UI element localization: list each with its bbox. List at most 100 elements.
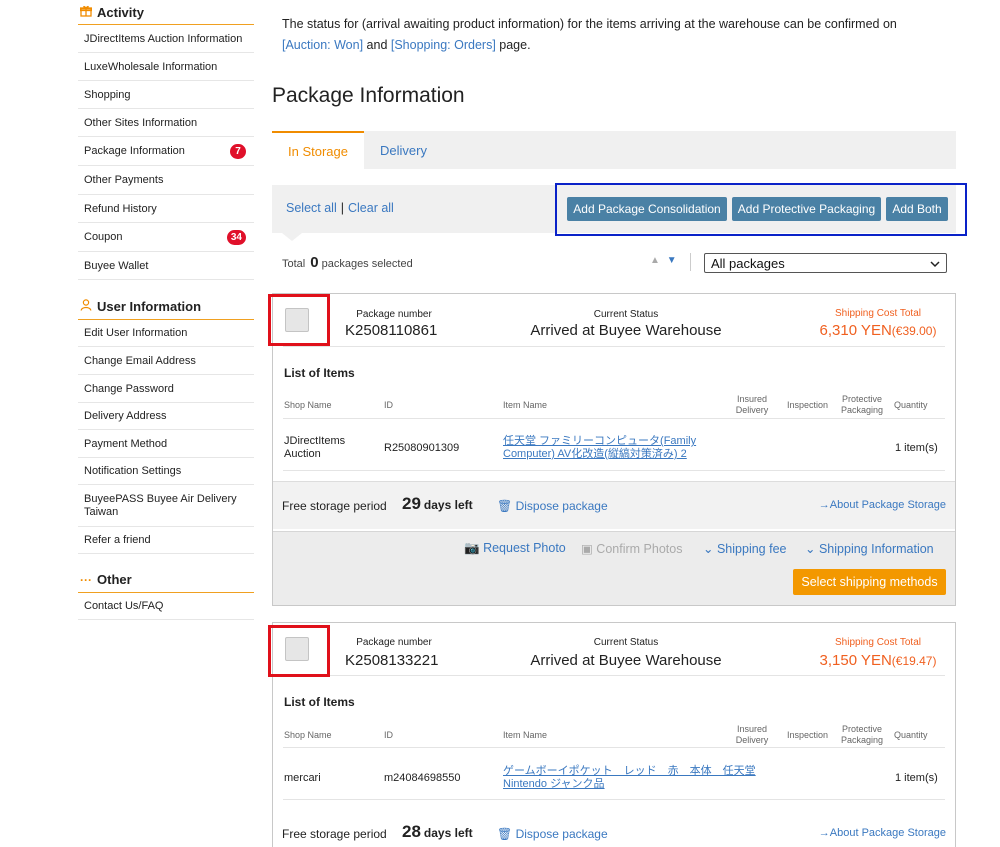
storage-bar: Free storage period 28 days left 🗑 Dispos… xyxy=(273,810,955,847)
sidebar-item-luxewholesale[interactable]: LuxeWholesale Information xyxy=(78,53,254,81)
sidebar-item-other-sites[interactable]: Other Sites Information xyxy=(78,109,254,137)
item-quantity: 1 item(s) xyxy=(895,772,938,784)
divider xyxy=(283,747,945,748)
shipping-cost-eur: (€19.47) xyxy=(891,654,937,668)
sidebar-item-label: Refer a friend xyxy=(84,534,151,546)
col-insured-line2: Delivery xyxy=(735,405,769,415)
dispose-label: Dispose package xyxy=(515,827,608,841)
chevron-down-icon: ⌄ xyxy=(703,542,714,556)
shopping-orders-link[interactable]: [Shopping: Orders] xyxy=(391,38,496,52)
col-item-name: Item Name xyxy=(503,400,548,410)
sidebar-item-refer-friend[interactable]: Refer a friend xyxy=(78,527,254,554)
col-insured-delivery: Insured Delivery xyxy=(734,724,770,746)
col-id: ID xyxy=(384,730,393,740)
confirm-photos-label: Confirm Photos xyxy=(596,542,683,556)
dispose-package-link[interactable]: 🗑 Dispose package xyxy=(497,499,608,513)
item-name-link[interactable]: 任天堂 ファミリーコンピュータ(Family Computer) AV化改造(縦縞… xyxy=(503,435,696,461)
toolbar-pointer xyxy=(282,233,302,241)
sidebar-item-contact-faq[interactable]: Contact Us/FAQ xyxy=(78,593,254,620)
about-package-storage-link[interactable]: →About Package Storage xyxy=(819,499,946,511)
sidebar-item-edit-user[interactable]: Edit User Information xyxy=(78,320,254,347)
highlight-box xyxy=(268,294,330,346)
sidebar-item-label: Delivery Address xyxy=(84,410,167,422)
sidebar-item-change-email[interactable]: Change Email Address xyxy=(78,347,254,375)
package-number: K2508133221 xyxy=(345,652,439,669)
sidebar-item-label: Shopping xyxy=(84,88,131,101)
trash-icon: 🗑 xyxy=(497,499,513,513)
user-icon xyxy=(80,299,92,314)
total-label: Total xyxy=(282,258,306,270)
sidebar-item-label: Payment Method xyxy=(84,437,168,450)
col-protective-packaging: Protective Packaging xyxy=(840,724,884,746)
shipping-information-toggle[interactable]: ⌄ Shipping Information xyxy=(805,541,934,556)
user-information-heading: User Information xyxy=(78,294,254,320)
activity-title: Activity xyxy=(97,4,144,20)
chevron-down-icon xyxy=(930,256,940,271)
about-package-storage-link[interactable]: →About Package Storage xyxy=(819,827,946,839)
item-name-link[interactable]: ゲームボーイポケット レッド 赤 本体 任天堂 Nintendo ジャンク品 xyxy=(503,765,756,791)
col-inspection: Inspection xyxy=(787,400,829,410)
shop-name: JDirectItems Auction xyxy=(284,435,345,461)
ellipsis-icon: ··· xyxy=(80,572,92,587)
sidebar-item-change-password[interactable]: Change Password xyxy=(78,375,254,403)
shipping-cost-label: Shipping Cost Total xyxy=(835,308,921,319)
sidebar-item-buyee-wallet[interactable]: Buyee Wallet xyxy=(78,252,254,280)
dispose-package-link[interactable]: 🗑 Dispose package xyxy=(497,827,608,841)
divider xyxy=(283,675,945,676)
select-all-link[interactable]: Select all xyxy=(286,201,337,215)
package-filter-select[interactable]: All packages xyxy=(704,253,947,273)
separator: | xyxy=(340,201,344,215)
sidebar-item-delivery-address[interactable]: Delivery Address xyxy=(78,403,254,430)
free-storage-label: Free storage period xyxy=(282,827,387,841)
sidebar-item-label: Change Email Address xyxy=(84,354,196,367)
divider xyxy=(690,253,691,271)
sidebar-item-package-information[interactable]: Package Information 7 xyxy=(78,137,254,166)
shop-name: mercari xyxy=(284,772,321,784)
shipping-information-label: Shipping Information xyxy=(818,542,934,556)
request-photo-link[interactable]: 📷 Request Photo xyxy=(464,541,566,556)
col-insured-line2: Delivery xyxy=(735,735,769,745)
tab-bar: In Storage Delivery xyxy=(272,131,956,169)
select-shipping-methods-button[interactable]: Select shipping methods xyxy=(793,569,946,595)
days-left-label: days left xyxy=(423,498,473,512)
shipping-cost-label: Shipping Cost Total xyxy=(835,637,921,648)
notification-badge: 34 xyxy=(226,229,246,245)
days-left-label: days left xyxy=(423,826,473,840)
sidebar-item-label: Buyee Wallet xyxy=(84,259,149,272)
item-id: m24084698550 xyxy=(384,772,461,784)
highlight-outline xyxy=(555,183,967,236)
shipping-fee-toggle[interactable]: ⌄ Shipping fee xyxy=(703,541,786,556)
tab-in-storage[interactable]: In Storage xyxy=(272,131,364,169)
sidebar-item-buyeepass[interactable]: BuyeePASS Buyee Air Delivery Taiwan xyxy=(78,485,254,527)
highlight-box xyxy=(268,625,330,677)
divider xyxy=(283,346,945,347)
days-left: 29 days left xyxy=(402,494,473,514)
sidebar-item-label: Other Payments xyxy=(84,174,164,186)
sidebar-item-refund-history[interactable]: Refund History xyxy=(78,195,254,223)
sidebar-item-jdirectitems-auction[interactable]: JDirectItems Auction Information xyxy=(78,25,254,53)
col-id: ID xyxy=(384,400,393,410)
col-item-name: Item Name xyxy=(503,730,548,740)
sidebar-item-shopping[interactable]: Shopping xyxy=(78,81,254,109)
sidebar-item-other-payments[interactable]: Other Payments xyxy=(78,166,254,195)
sidebar-item-coupon[interactable]: Coupon 34 xyxy=(78,223,254,252)
confirm-photos-link: ▣ Confirm Photos xyxy=(581,541,682,556)
days-left: 28 days left xyxy=(402,822,473,842)
sidebar-item-payment-method[interactable]: Payment Method xyxy=(78,430,254,458)
user-information-title: User Information xyxy=(97,299,202,314)
activity-heading: Activity xyxy=(78,0,254,25)
sort-up-icon[interactable]: ▲ xyxy=(650,255,660,266)
other-heading: ··· Other xyxy=(78,567,254,593)
auction-won-link[interactable]: [Auction: Won] xyxy=(282,38,363,52)
package-status: Arrived at Buyee Warehouse xyxy=(530,652,722,669)
sidebar-item-label: Change Password xyxy=(84,382,174,395)
sidebar-item-notification-settings[interactable]: Notification Settings xyxy=(78,458,254,485)
shop-name-line1: JDirectItems xyxy=(284,435,346,447)
clear-all-link[interactable]: Clear all xyxy=(348,201,394,215)
tab-delivery[interactable]: Delivery xyxy=(364,131,443,169)
col-protective-line1: Protective xyxy=(841,724,883,734)
sort-down-icon[interactable]: ▼ xyxy=(667,255,677,266)
col-quantity: Quantity xyxy=(894,400,928,410)
package-card: Package number K2508110861 Current Statu… xyxy=(272,293,956,606)
gift-icon xyxy=(79,5,93,20)
